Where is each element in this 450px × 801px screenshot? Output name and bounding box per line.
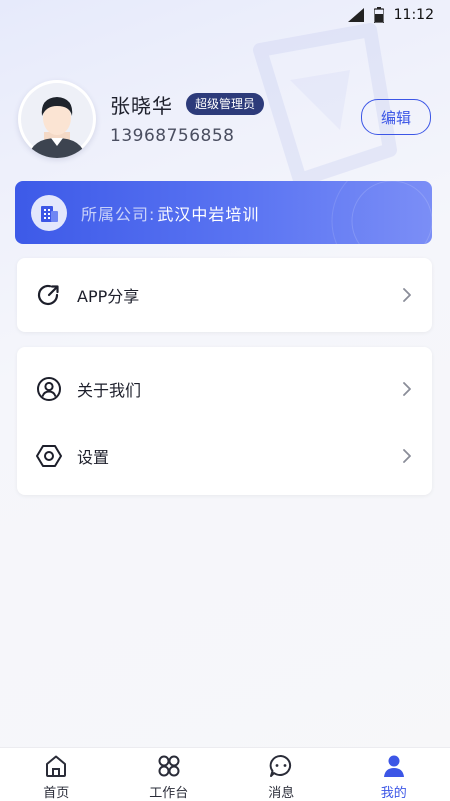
menu-item-label: APP分享 bbox=[77, 283, 139, 307]
tab-mine[interactable]: 我的 bbox=[338, 748, 450, 801]
menu-item-about-us[interactable]: 关于我们 bbox=[17, 356, 432, 422]
workbench-icon bbox=[156, 753, 182, 779]
role-badge: 超级管理员 bbox=[186, 93, 264, 115]
message-icon bbox=[268, 753, 294, 779]
menu-item-app-share[interactable]: APP分享 bbox=[17, 262, 432, 328]
chevron-right-icon bbox=[402, 382, 412, 396]
menu-item-label: 关于我们 bbox=[77, 377, 141, 401]
tab-home[interactable]: 首页 bbox=[0, 748, 113, 801]
profile-header: 张晓华 超级管理员 13968756858 编辑 bbox=[18, 80, 432, 160]
tab-label: 工作台 bbox=[149, 782, 188, 801]
share-icon bbox=[36, 282, 62, 308]
company-name: 武汉中岩培训 bbox=[157, 201, 259, 225]
chevron-right-icon bbox=[402, 288, 412, 302]
avatar[interactable] bbox=[18, 80, 96, 158]
profile-icon bbox=[381, 753, 407, 779]
share-card: APP分享 bbox=[17, 258, 432, 332]
edit-profile-button[interactable]: 编辑 bbox=[361, 99, 431, 135]
company-icon-wrap bbox=[31, 195, 67, 231]
banner-decoration bbox=[302, 181, 432, 244]
menu-item-label: 设置 bbox=[77, 444, 109, 468]
building-icon bbox=[38, 202, 60, 224]
settings-card: 关于我们 设置 bbox=[17, 347, 432, 495]
tab-label: 首页 bbox=[43, 782, 69, 801]
settings-hexagon-icon bbox=[36, 443, 62, 469]
chevron-right-icon bbox=[402, 449, 412, 463]
tab-label: 我的 bbox=[381, 782, 407, 801]
user-name: 张晓华 bbox=[110, 90, 173, 119]
bottom-tab-bar: 首页 工作台 消息 我的 bbox=[0, 747, 450, 801]
menu-item-settings[interactable]: 设置 bbox=[17, 423, 432, 489]
company-label: 所属公司: bbox=[81, 201, 155, 225]
tab-label: 消息 bbox=[268, 782, 294, 801]
tab-workbench[interactable]: 工作台 bbox=[113, 748, 226, 801]
avatar-person-icon bbox=[18, 80, 96, 158]
home-icon bbox=[43, 753, 69, 779]
company-banner: 所属公司: 武汉中岩培训 bbox=[15, 181, 432, 244]
person-circle-icon bbox=[36, 376, 62, 402]
tab-messages[interactable]: 消息 bbox=[225, 748, 338, 801]
user-phone: 13968756858 bbox=[110, 126, 234, 146]
